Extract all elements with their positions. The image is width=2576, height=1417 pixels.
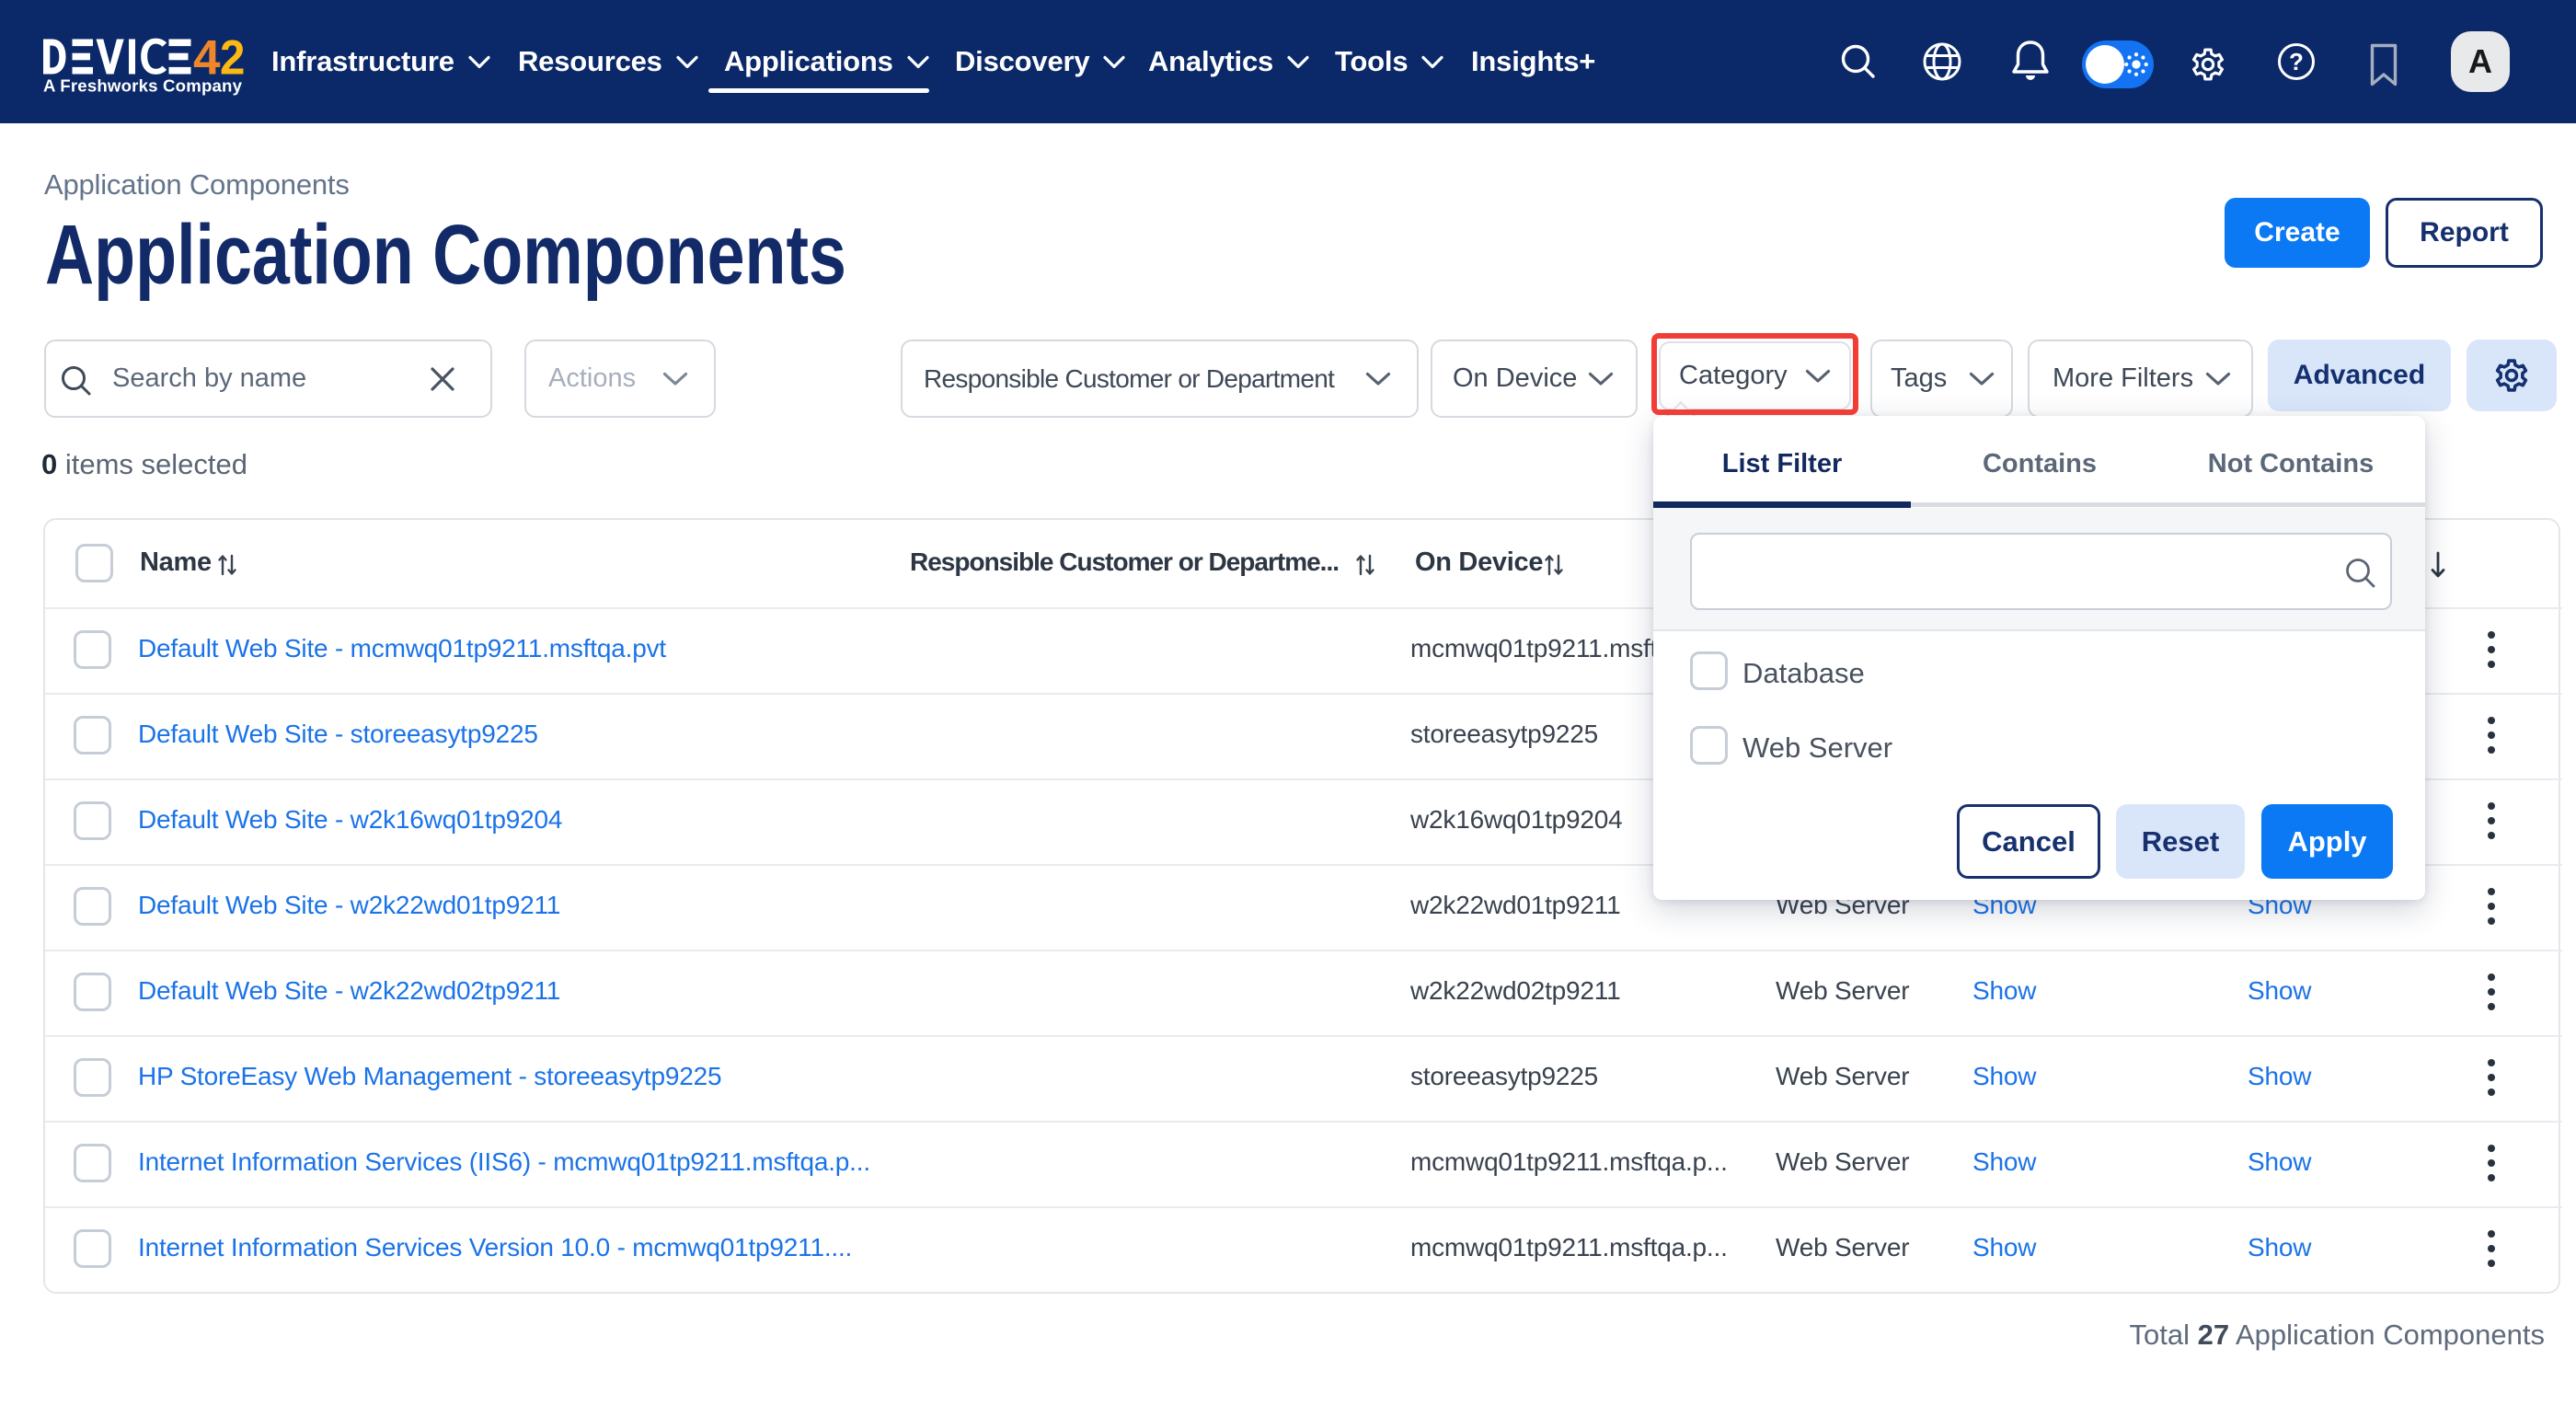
svg-text:?: ?	[2289, 48, 2304, 75]
svg-text:A Freshworks Company: A Freshworks Company	[43, 76, 243, 96]
